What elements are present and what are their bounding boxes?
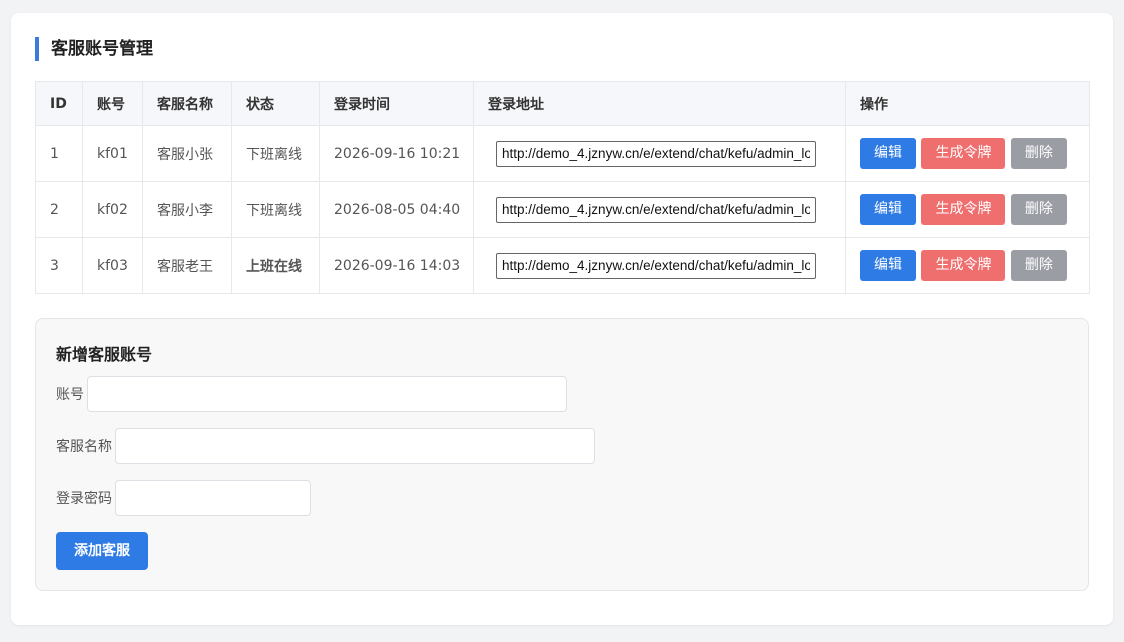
- login-url-input[interactable]: [496, 196, 816, 223]
- add-kefu-button[interactable]: 添加客服: [56, 532, 148, 570]
- cell-account: kf01: [82, 125, 143, 182]
- password-label: 登录密码: [56, 491, 112, 507]
- cell-name: 客服小李: [142, 181, 232, 238]
- name-label: 客服名称: [56, 439, 112, 455]
- cell-actions: 编辑 生成令牌 删除: [845, 237, 1090, 294]
- generate-token-button[interactable]: 生成令牌: [921, 138, 1006, 169]
- column-header-account: 账号: [82, 81, 143, 126]
- cell-name: 客服小张: [142, 125, 232, 182]
- column-header-id: ID: [35, 81, 83, 126]
- add-form-title: 新增客服账号: [56, 345, 153, 364]
- account-label: 账号: [56, 387, 84, 403]
- delete-button[interactable]: 删除: [1010, 194, 1067, 225]
- table-row: 2 kf02 客服小李 下班离线 2026-08-05 04:40 编辑 生成令…: [35, 181, 1090, 238]
- cell-name: 客服老王: [142, 237, 232, 294]
- page-title: 客服账号管理: [35, 37, 153, 61]
- cell-login-url: [473, 125, 846, 182]
- name-row: 客服名称: [56, 428, 595, 464]
- login-url-input[interactable]: [496, 140, 816, 167]
- column-header-login-time: 登录时间: [319, 81, 474, 126]
- name-input[interactable]: [115, 428, 595, 464]
- account-row: 账号: [56, 376, 567, 412]
- cell-login-url: [473, 237, 846, 294]
- add-kefu-panel: 新增客服账号 账号 客服名称 登录密码 添加客服: [35, 318, 1089, 591]
- delete-button[interactable]: 删除: [1010, 138, 1067, 169]
- column-header-actions: 操作: [845, 81, 1090, 126]
- status-badge: 下班离线: [231, 125, 320, 182]
- edit-button[interactable]: 编辑: [860, 138, 916, 169]
- table-header-row: ID 账号 客服名称 状态 登录时间 登录地址 操作: [35, 81, 1090, 126]
- generate-token-button[interactable]: 生成令牌: [921, 250, 1006, 281]
- cell-login-time: 2026-08-05 04:40: [319, 181, 474, 238]
- password-row: 登录密码: [56, 480, 311, 516]
- edit-button[interactable]: 编辑: [860, 194, 916, 225]
- status-badge: 下班离线: [231, 181, 320, 238]
- cell-login-time: 2026-09-16 14:03: [319, 237, 474, 294]
- account-input[interactable]: [87, 376, 567, 412]
- edit-button[interactable]: 编辑: [860, 250, 916, 281]
- cell-actions: 编辑 生成令牌 删除: [845, 125, 1090, 182]
- cell-id: 2: [35, 181, 83, 238]
- cell-account: kf02: [82, 181, 143, 238]
- table-row: 3 kf03 客服老王 上班在线 2026-09-16 14:03 编辑 生成令…: [35, 237, 1090, 294]
- table-row: 1 kf01 客服小张 下班离线 2026-09-16 10:21 编辑 生成令…: [35, 125, 1090, 182]
- cell-actions: 编辑 生成令牌 删除: [845, 181, 1090, 238]
- status-badge: 上班在线: [231, 237, 320, 294]
- generate-token-button[interactable]: 生成令牌: [921, 194, 1006, 225]
- column-header-login-url: 登录地址: [473, 81, 846, 126]
- main-card: 客服账号管理 ID 账号 客服名称 状态 登录时间 登录地址 操作 1 kf01…: [11, 13, 1113, 625]
- cell-login-url: [473, 181, 846, 238]
- login-url-input[interactable]: [496, 252, 816, 279]
- cell-id: 1: [35, 125, 83, 182]
- delete-button[interactable]: 删除: [1010, 250, 1067, 281]
- cell-id: 3: [35, 237, 83, 294]
- cell-login-time: 2026-09-16 10:21: [319, 125, 474, 182]
- cell-account: kf03: [82, 237, 143, 294]
- column-header-name: 客服名称: [142, 81, 232, 126]
- kefu-table: ID 账号 客服名称 状态 登录时间 登录地址 操作 1 kf01 客服小张 下…: [35, 81, 1090, 294]
- password-input[interactable]: [115, 480, 311, 516]
- column-header-status: 状态: [231, 81, 320, 126]
